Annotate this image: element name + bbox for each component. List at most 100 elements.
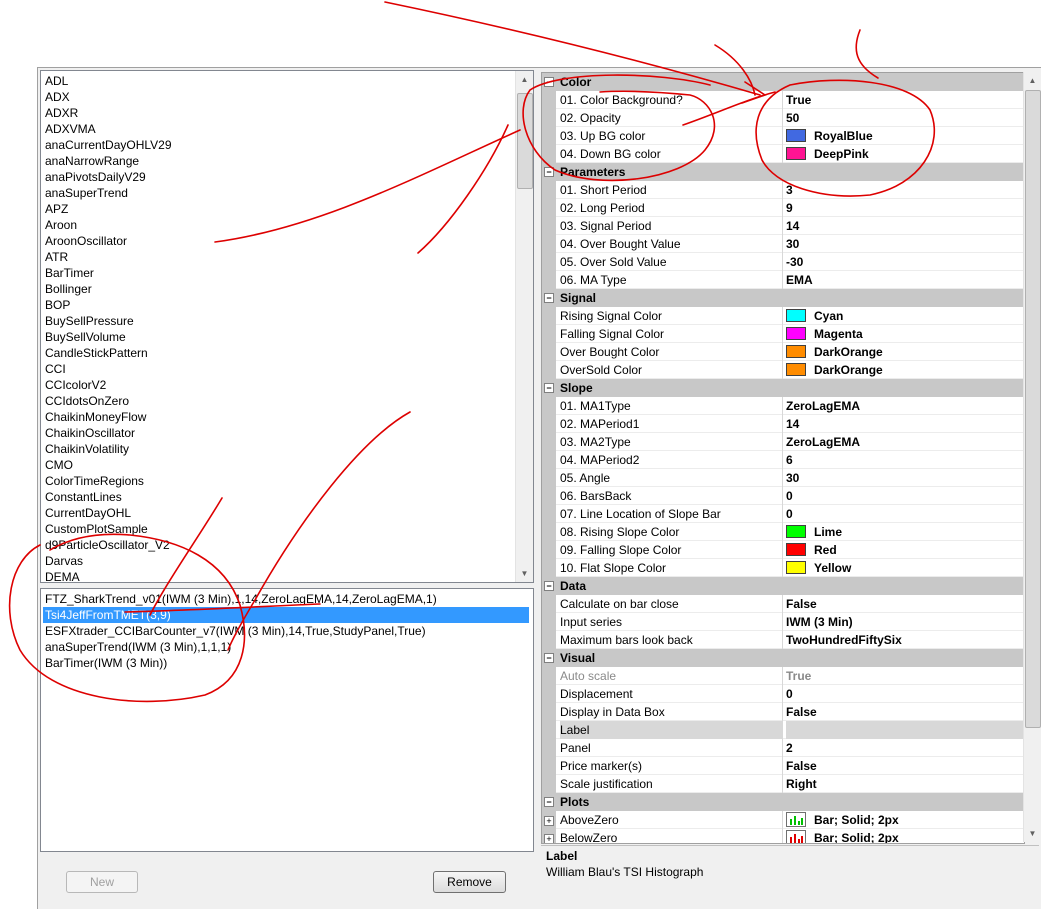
property-row[interactable]: Maximum bars look back TwoHundredFiftySix bbox=[542, 631, 1024, 649]
indicator-list-item[interactable]: anaNarrowRange bbox=[45, 153, 172, 169]
property-row[interactable]: Panel 2 bbox=[542, 739, 1024, 757]
property-value[interactable]: 14 bbox=[786, 217, 799, 235]
property-value[interactable]: Lime bbox=[786, 523, 842, 541]
applied-indicator-item[interactable]: FTZ_SharkTrend_v01(IWM (3 Min),1,14,Zero… bbox=[43, 591, 529, 607]
collapse-icon[interactable]: − bbox=[544, 653, 554, 663]
property-value[interactable]: 9 bbox=[786, 199, 793, 217]
indicator-list-item[interactable]: CustomPlotSample bbox=[45, 521, 172, 537]
indicator-list-item[interactable]: anaPivotsDailyV29 bbox=[45, 169, 172, 185]
property-value[interactable]: IWM (3 Min) bbox=[786, 613, 853, 631]
indicator-list-item[interactable]: ChaikinVolatility bbox=[45, 441, 172, 457]
indicator-list-item[interactable]: CCIdotsOnZero bbox=[45, 393, 172, 409]
property-value[interactable]: ZeroLagEMA bbox=[786, 433, 860, 451]
indicator-list-item[interactable]: BarTimer bbox=[45, 265, 172, 281]
property-value[interactable]: 30 bbox=[786, 235, 799, 253]
property-row[interactable]: + AboveZero Bar; Solid; 2px bbox=[542, 811, 1024, 829]
collapse-icon[interactable]: − bbox=[544, 581, 554, 591]
category-signal[interactable]: − Signal bbox=[542, 289, 1024, 307]
property-row[interactable]: Calculate on bar close False bbox=[542, 595, 1024, 613]
indicator-list-item[interactable]: ColorTimeRegions bbox=[45, 473, 172, 489]
indicator-list-item[interactable]: CCIcolorV2 bbox=[45, 377, 172, 393]
indicator-list-item[interactable]: ADXR bbox=[45, 105, 172, 121]
property-row[interactable]: Display in Data Box False bbox=[542, 703, 1024, 721]
indicator-list-item[interactable]: CMO bbox=[45, 457, 172, 473]
property-row[interactable]: 04. Down BG color DeepPink bbox=[542, 145, 1024, 163]
property-row[interactable]: 10. Flat Slope Color Yellow bbox=[542, 559, 1024, 577]
property-row[interactable]: Label bbox=[542, 721, 1024, 739]
applied-indicator-item[interactable]: Tsi4JeffFromTMET(3,9) bbox=[43, 607, 529, 623]
indicator-list-item[interactable]: anaCurrentDayOHLV29 bbox=[45, 137, 172, 153]
property-row[interactable]: OverSold Color DarkOrange bbox=[542, 361, 1024, 379]
property-value[interactable]: -30 bbox=[786, 253, 803, 271]
property-value[interactable]: RoyalBlue bbox=[786, 127, 873, 145]
property-value[interactable]: ZeroLagEMA bbox=[786, 397, 860, 415]
property-row[interactable]: 06. BarsBack 0 bbox=[542, 487, 1024, 505]
property-value[interactable]: Bar; Solid; 2px bbox=[786, 811, 899, 829]
property-row[interactable]: 02. MAPeriod1 14 bbox=[542, 415, 1024, 433]
category-visual[interactable]: − Visual bbox=[542, 649, 1024, 667]
indicator-list-item[interactable]: BuySellVolume bbox=[45, 329, 172, 345]
property-row[interactable]: 01. Short Period 3 bbox=[542, 181, 1024, 199]
indicator-list-item[interactable]: APZ bbox=[45, 201, 172, 217]
property-value[interactable]: Magenta bbox=[786, 325, 863, 343]
property-value[interactable]: 0 bbox=[786, 505, 793, 523]
remove-button[interactable]: Remove bbox=[433, 871, 506, 893]
property-value[interactable]: False bbox=[786, 757, 817, 775]
collapse-icon[interactable]: − bbox=[544, 77, 554, 87]
grid-scrollbar-thumb[interactable] bbox=[1025, 90, 1041, 728]
applied-indicator-item[interactable]: BarTimer(IWM (3 Min)) bbox=[43, 655, 529, 671]
property-row[interactable]: 01. MA1Type ZeroLagEMA bbox=[542, 397, 1024, 415]
category-data[interactable]: − Data bbox=[542, 577, 1024, 595]
property-row[interactable]: 03. Up BG color RoyalBlue bbox=[542, 127, 1024, 145]
indicator-list-item[interactable]: ATR bbox=[45, 249, 172, 265]
indicator-list-item[interactable]: ChaikinMoneyFlow bbox=[45, 409, 172, 425]
indicator-list-item[interactable]: Bollinger bbox=[45, 281, 172, 297]
property-value[interactable]: Cyan bbox=[786, 307, 843, 325]
property-row[interactable]: 05. Angle 30 bbox=[542, 469, 1024, 487]
indicator-list-item[interactable]: ADL bbox=[45, 73, 172, 89]
indicator-list-item[interactable]: ConstantLines bbox=[45, 489, 172, 505]
property-value[interactable]: EMA bbox=[786, 271, 813, 289]
property-value[interactable]: DarkOrange bbox=[786, 343, 883, 361]
property-value[interactable]: True bbox=[786, 667, 811, 685]
property-value[interactable]: 2 bbox=[786, 739, 793, 757]
indicator-list-item[interactable]: anaSuperTrend bbox=[45, 185, 172, 201]
category-parameters[interactable]: − Parameters bbox=[542, 163, 1024, 181]
category-slope[interactable]: − Slope bbox=[542, 379, 1024, 397]
property-row[interactable]: 03. Signal Period 14 bbox=[542, 217, 1024, 235]
scroll-down-arrow-icon[interactable]: ▼ bbox=[516, 565, 533, 582]
grid-scroll-down-icon[interactable]: ▼ bbox=[1024, 825, 1041, 842]
indicator-list-item[interactable]: ChaikinOscillator bbox=[45, 425, 172, 441]
property-value[interactable] bbox=[786, 721, 1024, 739]
property-row[interactable]: Rising Signal Color Cyan bbox=[542, 307, 1024, 325]
property-row[interactable]: 06. MA Type EMA bbox=[542, 271, 1024, 289]
property-value[interactable]: 30 bbox=[786, 469, 799, 487]
property-value[interactable]: TwoHundredFiftySix bbox=[786, 631, 902, 649]
property-value[interactable]: Yellow bbox=[786, 559, 851, 577]
property-value[interactable]: DarkOrange bbox=[786, 361, 883, 379]
indicator-list-item[interactable]: Darvas bbox=[45, 553, 172, 569]
property-grid-scrollbar[interactable]: ▲ ▼ bbox=[1023, 72, 1041, 842]
collapse-icon[interactable]: − bbox=[544, 293, 554, 303]
collapse-icon[interactable]: − bbox=[544, 797, 554, 807]
property-row[interactable]: 03. MA2Type ZeroLagEMA bbox=[542, 433, 1024, 451]
indicator-list-item[interactable]: ADXVMA bbox=[45, 121, 172, 137]
applied-indicator-item[interactable]: anaSuperTrend(IWM (3 Min),1,1,1) bbox=[43, 639, 529, 655]
property-value[interactable]: 6 bbox=[786, 451, 793, 469]
property-row[interactable]: 04. MAPeriod2 6 bbox=[542, 451, 1024, 469]
property-row[interactable]: Over Bought Color DarkOrange bbox=[542, 343, 1024, 361]
indicator-list-item[interactable]: DEMA bbox=[45, 569, 172, 582]
indicator-list-item[interactable]: BOP bbox=[45, 297, 172, 313]
property-row[interactable]: Input series IWM (3 Min) bbox=[542, 613, 1024, 631]
property-value[interactable]: False bbox=[786, 703, 817, 721]
indicator-list-item[interactable]: BuySellPressure bbox=[45, 313, 172, 329]
property-row[interactable]: Scale justification Right bbox=[542, 775, 1024, 793]
property-row[interactable]: 09. Falling Slope Color Red bbox=[542, 541, 1024, 559]
indicator-list-item[interactable]: ADX bbox=[45, 89, 172, 105]
indicator-list-item[interactable]: d9ParticleOscillator_V2 bbox=[45, 537, 172, 553]
property-row[interactable]: + BelowZero Bar; Solid; 2px bbox=[542, 829, 1024, 843]
property-value[interactable]: Bar; Solid; 2px bbox=[786, 829, 899, 843]
property-row[interactable]: 01. Color Background? True bbox=[542, 91, 1024, 109]
property-value[interactable]: 0 bbox=[786, 685, 793, 703]
property-value[interactable]: Right bbox=[786, 775, 817, 793]
